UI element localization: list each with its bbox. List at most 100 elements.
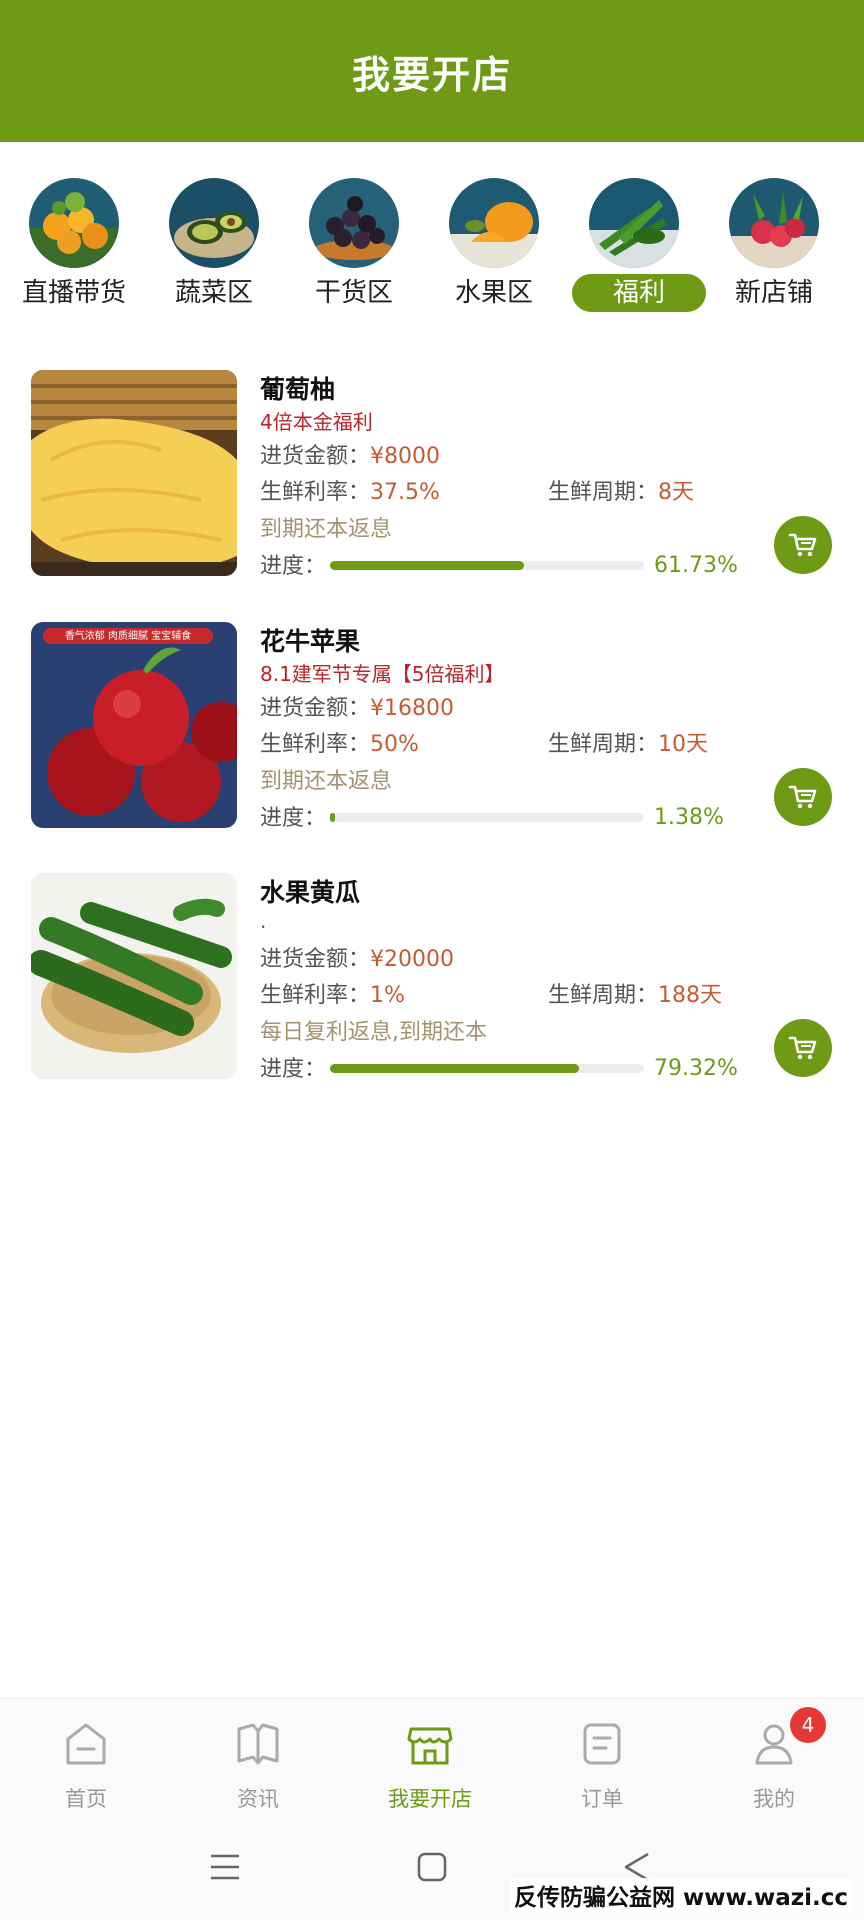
period-row: 生鲜周期：10天 <box>548 726 708 758</box>
rate-label: 生鲜利率： <box>260 983 371 1008</box>
nav-open-store[interactable]: 我要开店 <box>344 1709 516 1817</box>
return-note: 到期还本返息 <box>260 517 393 542</box>
amount-row: 进货金额：¥16800 <box>260 690 454 722</box>
nav-label: 资讯 <box>237 1787 279 1811</box>
progress-label: 进度： <box>260 806 327 831</box>
product-promo: . <box>260 909 267 933</box>
category-fruit[interactable]: 水果区 <box>422 170 562 320</box>
period-label: 生鲜周期： <box>548 480 659 505</box>
product-name: 花牛苹果 <box>260 627 361 656</box>
rate-value: 37.5% <box>370 480 440 505</box>
nav-orders[interactable]: 订单 <box>516 1709 688 1817</box>
store-icon <box>407 1727 453 1765</box>
add-to-cart-button[interactable] <box>774 516 832 574</box>
progress-label: 进度： <box>260 1057 327 1082</box>
home-icon <box>66 1723 106 1765</box>
period-row: 生鲜周期：8天 <box>548 474 694 506</box>
amount-row: 进货金额：¥8000 <box>260 438 440 470</box>
category-dried-goods[interactable]: 干货区 <box>282 170 422 320</box>
watermark-text: 反传防骗公益网 www.wazi.cc <box>509 1878 852 1912</box>
progress-fill <box>330 561 524 570</box>
category-new-store[interactable]: 新店铺 <box>702 170 842 320</box>
return-note: 到期还本返息 <box>260 769 393 794</box>
period-value: 10天 <box>658 732 709 757</box>
order-icon <box>583 1723 621 1765</box>
dried-fruit-image <box>309 178 399 268</box>
category-label: 蔬菜区 <box>174 278 253 308</box>
nav-home[interactable]: 首页 <box>0 1709 172 1817</box>
rate-label: 生鲜利率： <box>260 732 371 757</box>
amount-label: 进货金额： <box>260 947 371 972</box>
rate-row: 生鲜利率：1% <box>260 977 405 1009</box>
return-note: 每日复利返息,到期还本 <box>260 1020 487 1045</box>
product-promo: 4倍本金福利 <box>260 410 373 434</box>
amount-value: ¥20000 <box>370 947 454 972</box>
progress-percent: 79.32% <box>654 1056 738 1081</box>
category-vegetables[interactable]: 蔬菜区 <box>142 170 282 320</box>
category-label: 干货区 <box>314 278 393 308</box>
nav-label: 我要开店 <box>388 1787 472 1811</box>
amount-value: ¥8000 <box>370 444 441 469</box>
period-label: 生鲜周期： <box>548 732 659 757</box>
product-name: 葡萄柚 <box>260 375 336 404</box>
product-promo: 8.1建军节专属【5倍福利】 <box>260 662 505 686</box>
product-name: 水果黄瓜 <box>260 878 361 907</box>
progress-track <box>330 561 644 570</box>
avocado-image <box>169 178 259 268</box>
cart-icon <box>788 533 817 557</box>
product-card[interactable]: 葡萄柚 4倍本金福利 进货金额：¥8000 生鲜利率：37.5% 生鲜周期：8天… <box>0 370 864 590</box>
radish-image <box>729 178 819 268</box>
oranges-image <box>29 178 119 268</box>
period-label: 生鲜周期： <box>548 983 659 1008</box>
progress-fill <box>330 813 335 822</box>
rate-value: 50% <box>370 732 419 757</box>
category-bar: 直播带货 蔬菜区 干货区 水果区 福利 新店铺 <box>0 170 864 320</box>
nav-news[interactable]: 资讯 <box>172 1709 344 1817</box>
period-row: 生鲜周期：188天 <box>548 977 722 1009</box>
product-card[interactable]: 水果黄瓜 . 进货金额：¥20000 生鲜利率：1% 生鲜周期：188天 每日复… <box>0 873 864 1093</box>
app-root: 我要开店 直播带货 蔬菜区 干货区 水果区 福利 新店铺 葡萄柚 4倍本金福利 … <box>0 0 864 1920</box>
top-header: 我要开店 <box>0 0 864 142</box>
notification-badge: 4 <box>790 1707 826 1743</box>
product-image-cucumber <box>31 873 237 1079</box>
image-caption: 香气浓郁 肉质细腻 宝宝辅食 <box>64 631 192 642</box>
rate-label: 生鲜利率： <box>260 480 371 505</box>
progress-track <box>330 813 644 822</box>
period-value: 8天 <box>658 480 695 505</box>
home-square-icon[interactable] <box>415 1850 449 1884</box>
progress-percent: 1.38% <box>654 805 724 830</box>
product-image-apple: 香气浓郁 肉质细腻 宝宝辅食 <box>31 622 237 828</box>
nav-label: 我的 <box>753 1787 795 1811</box>
category-label: 新店铺 <box>734 278 813 308</box>
progress-percent: 61.73% <box>654 553 738 578</box>
product-card[interactable]: 香气浓郁 肉质细腻 宝宝辅食 花牛苹果 8.1建军节专属【5倍福利】 进货金额：… <box>0 622 864 842</box>
amount-label: 进货金额： <box>260 444 371 469</box>
cart-icon <box>788 785 817 809</box>
progress-fill <box>330 1064 580 1073</box>
progress-label: 进度： <box>260 554 327 579</box>
category-label: 直播带货 <box>21 278 126 308</box>
nav-mine[interactable]: 4 我的 <box>688 1707 860 1817</box>
nav-label: 首页 <box>65 1787 107 1811</box>
cart-icon <box>788 1036 817 1060</box>
category-welfare[interactable]: 福利 <box>562 170 706 320</box>
rate-value: 1% <box>370 983 405 1008</box>
product-image-grapefruit <box>31 370 237 576</box>
rate-row: 生鲜利率：50% <box>260 726 419 758</box>
book-icon <box>237 1723 279 1765</box>
rate-row: 生鲜利率：37.5% <box>260 474 440 506</box>
add-to-cart-button[interactable] <box>774 1019 832 1077</box>
category-label: 水果区 <box>454 278 533 308</box>
pumpkin-image <box>449 178 539 268</box>
add-to-cart-button[interactable] <box>774 768 832 826</box>
menu-icon[interactable] <box>208 1850 242 1884</box>
nav-label: 订单 <box>581 1787 623 1811</box>
category-livestream[interactable]: 直播带货 <box>2 170 142 320</box>
amount-label: 进货金额： <box>260 696 371 721</box>
okra-image <box>589 178 679 268</box>
category-label: 福利 <box>572 274 706 312</box>
period-value: 188天 <box>658 983 723 1008</box>
page-title: 我要开店 <box>351 52 512 97</box>
amount-value: ¥16800 <box>370 696 454 721</box>
bottom-nav: 首页 资讯 我要开店 订单 4 我的 <box>0 1698 864 1820</box>
